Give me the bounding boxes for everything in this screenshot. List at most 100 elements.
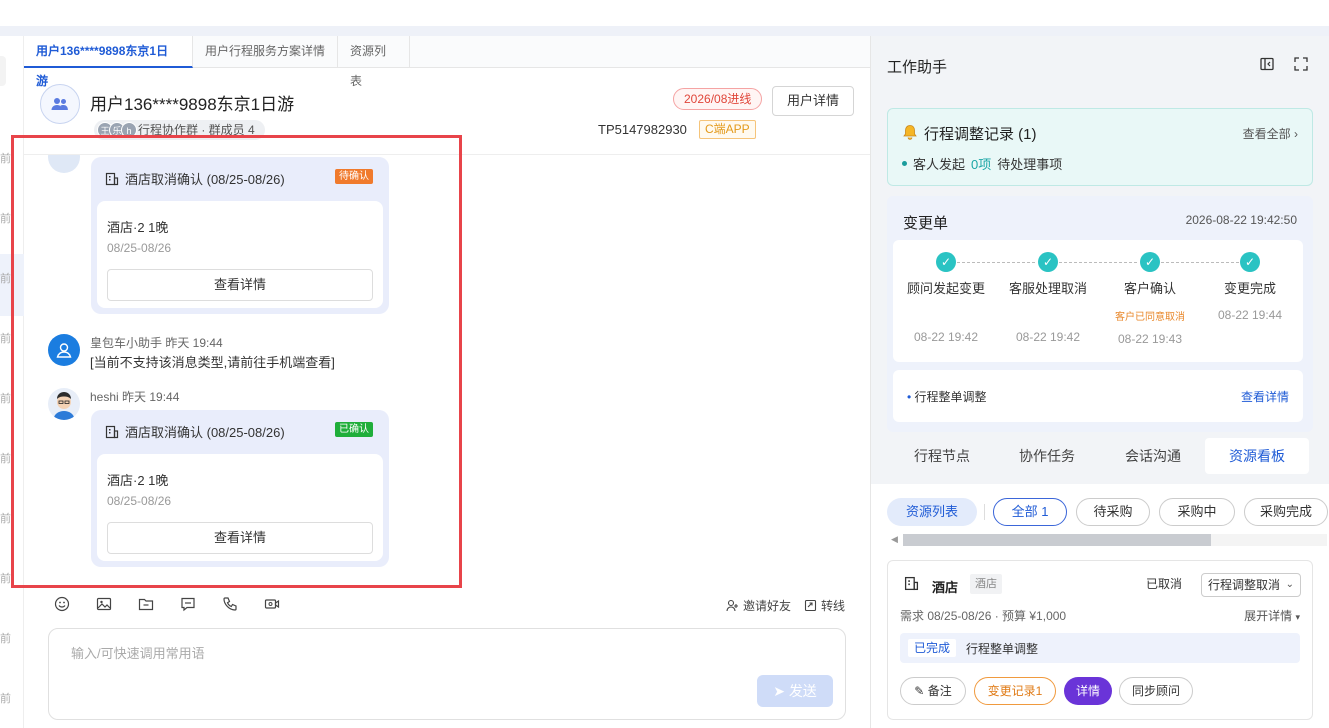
- top-strip: [0, 26, 1329, 36]
- top-bar: [0, 0, 1329, 26]
- chat-icon[interactable]: [180, 596, 196, 612]
- filter-pending-purchase[interactable]: 待采购: [1076, 498, 1150, 526]
- filter-all[interactable]: 全部 1: [993, 498, 1067, 526]
- progress-step: ✓ 变更完成 08-22 19:44: [1199, 240, 1301, 362]
- cancel-reason-select[interactable]: 行程调整取消 ⌄: [1201, 573, 1301, 597]
- detail-button[interactable]: 详情: [1064, 677, 1112, 705]
- transfer-button[interactable]: 转线: [804, 597, 845, 614]
- folder-icon[interactable]: [138, 596, 154, 612]
- change-record-button[interactable]: 变更记录1: [974, 677, 1056, 705]
- adjust-label: 行程整单调整: [966, 642, 1039, 656]
- notice-prefix: 客人发起: [913, 157, 966, 172]
- filter-purchase-done[interactable]: 采购完成: [1244, 498, 1328, 526]
- filter-resource-list[interactable]: 资源列表: [887, 498, 977, 526]
- change-type: 行程整单调整: [914, 390, 987, 404]
- order-number: TP5147982930: [598, 122, 687, 137]
- hotel-resource-card: 酒店 酒店 已取消 行程调整取消 ⌄ 需求 08/25-08/26 · 预算 ¥…: [887, 560, 1313, 720]
- message-input[interactable]: 输入/可快速调用常用语 ➤ 发送: [48, 628, 846, 720]
- phone-icon[interactable]: [222, 596, 238, 612]
- notice-title: 行程调整记录 (1): [924, 126, 1037, 143]
- resource-board: 资源列表 全部 1 待采购 采购中 采购完成 ◀ 酒店 酒店 已取消 行程调整取…: [871, 484, 1329, 728]
- invite-friend-button[interactable]: 邀请好友: [726, 597, 791, 614]
- change-order-title: 变更单: [903, 215, 949, 232]
- video-icon[interactable]: [264, 596, 280, 612]
- rail-label: 前: [0, 393, 11, 405]
- resource-type-tag: 酒店: [970, 574, 1002, 594]
- transfer-icon: [804, 599, 817, 612]
- add-person-icon: [726, 599, 738, 612]
- channel-tag: C端APP: [699, 120, 756, 139]
- rail-label: 前: [0, 273, 11, 285]
- tab-plan-detail[interactable]: 用户行程服务方案详情: [193, 36, 338, 68]
- rail-label: 前: [0, 333, 11, 345]
- send-icon: ➤: [773, 683, 785, 699]
- bullet-dot: [902, 161, 907, 166]
- expand-detail-toggle[interactable]: 展开详情 ▾: [1244, 607, 1300, 624]
- view-all-link[interactable]: 查看全部 ›: [1243, 125, 1298, 142]
- notice-suffix: 待处理事项: [997, 157, 1063, 172]
- highlight-box-messages: [11, 135, 462, 588]
- tab-bar: 用户136****9898东京1日游 用户行程服务方案详情 资源列表: [24, 36, 870, 88]
- filter-purchasing[interactable]: 采购中: [1159, 498, 1235, 526]
- change-order-time: 2026-08-22 19:42:50: [1185, 213, 1297, 227]
- tab-resource-board[interactable]: 资源看板: [1205, 438, 1309, 474]
- page-title: 用户136****9898东京1日游: [90, 95, 295, 114]
- requirement-line: 需求 08/25-08/26 · 预算 ¥1,000: [900, 609, 1067, 623]
- rail-label: 前: [0, 693, 11, 705]
- composer-toolbar: 邀请好友 转线: [24, 584, 870, 624]
- tab-itinerary-nodes[interactable]: 行程节点: [887, 438, 997, 474]
- change-order-card: 变更单 2026-08-22 19:42:50 ✓ 顾问发起变更 08-22 1…: [887, 196, 1313, 432]
- step-note: 客户已同意取消: [1115, 312, 1185, 323]
- assistant-panel: 工作助手 行程调整记录 (1) 查看全部 › 客人发起 0项 待处理事项 变更单…: [870, 36, 1329, 728]
- group-icon: [51, 98, 68, 110]
- change-detail-link[interactable]: 查看详情: [1241, 388, 1289, 405]
- tab-session-comm[interactable]: 会话沟通: [1099, 438, 1207, 474]
- rail-tab[interactable]: [0, 56, 6, 86]
- rail-label: 前: [0, 573, 11, 585]
- rail-label: 前: [0, 213, 11, 225]
- done-tag: 已完成: [908, 639, 957, 657]
- check-icon: ✓: [1240, 252, 1260, 272]
- adjust-record-notice: 行程调整记录 (1) 查看全部 › 客人发起 0项 待处理事项: [887, 108, 1313, 186]
- tab-resource-list[interactable]: 资源列表: [338, 36, 410, 88]
- bullet-dot: •: [907, 390, 912, 404]
- tab-collab-tasks[interactable]: 协作任务: [993, 438, 1101, 474]
- chevron-down-icon: ⌄: [1285, 579, 1294, 590]
- assistant-title: 工作助手: [887, 59, 948, 76]
- emoji-icon[interactable]: [54, 596, 70, 612]
- pencil-icon: ✎: [914, 684, 925, 698]
- image-icon[interactable]: [96, 596, 112, 612]
- assistant-tabs: 行程节点 协作任务 会话沟通 资源看板: [887, 438, 1313, 474]
- collapse-panel-icon[interactable]: [1259, 56, 1275, 72]
- input-placeholder: 输入/可快速调用常用语: [71, 646, 205, 661]
- pending-count: 0项: [971, 157, 992, 172]
- resource-name: 酒店: [932, 580, 959, 595]
- progress-step: ✓ 客户确认 客户已同意取消 08-22 19:43: [1099, 240, 1201, 362]
- check-icon: ✓: [1038, 252, 1058, 272]
- note-button[interactable]: ✎ 备注: [900, 677, 966, 705]
- progress-step: ✓ 客服处理取消 08-22 19:42: [997, 240, 1099, 362]
- check-icon: ✓: [1140, 252, 1160, 272]
- rail-label: 前: [0, 633, 11, 645]
- change-progress: ✓ 顾问发起变更 08-22 19:42 ✓ 客服处理取消 08-22 19:4…: [893, 240, 1303, 362]
- resource-status: 已取消: [1146, 577, 1183, 591]
- rail-label: 前: [0, 453, 11, 465]
- check-icon: ✓: [936, 252, 956, 272]
- scroll-left-icon[interactable]: ◀: [891, 534, 898, 545]
- fullscreen-icon[interactable]: [1293, 56, 1309, 72]
- scrollbar-thumb[interactable]: [903, 534, 1211, 546]
- adjust-status-bar: 已完成 行程整单调整: [900, 633, 1300, 663]
- progress-step: ✓ 顾问发起变更 08-22 19:42: [895, 240, 997, 362]
- group-avatar: [40, 84, 80, 124]
- bell-icon: [903, 125, 917, 140]
- caret-down-icon: ▾: [1295, 612, 1300, 622]
- tab-chat[interactable]: 用户136****9898东京1日游: [24, 36, 193, 88]
- chevron-right-icon: ›: [1294, 127, 1298, 141]
- rail-label: 前: [0, 153, 11, 165]
- user-detail-button[interactable]: 用户详情: [772, 86, 854, 116]
- horizontal-scrollbar[interactable]: [903, 534, 1327, 546]
- send-button[interactable]: ➤ 发送: [757, 675, 833, 707]
- online-date-tag: 2026/08进线: [673, 88, 763, 110]
- sync-advisor-button[interactable]: 同步顾问: [1119, 677, 1193, 705]
- rail-label: 前: [0, 513, 11, 525]
